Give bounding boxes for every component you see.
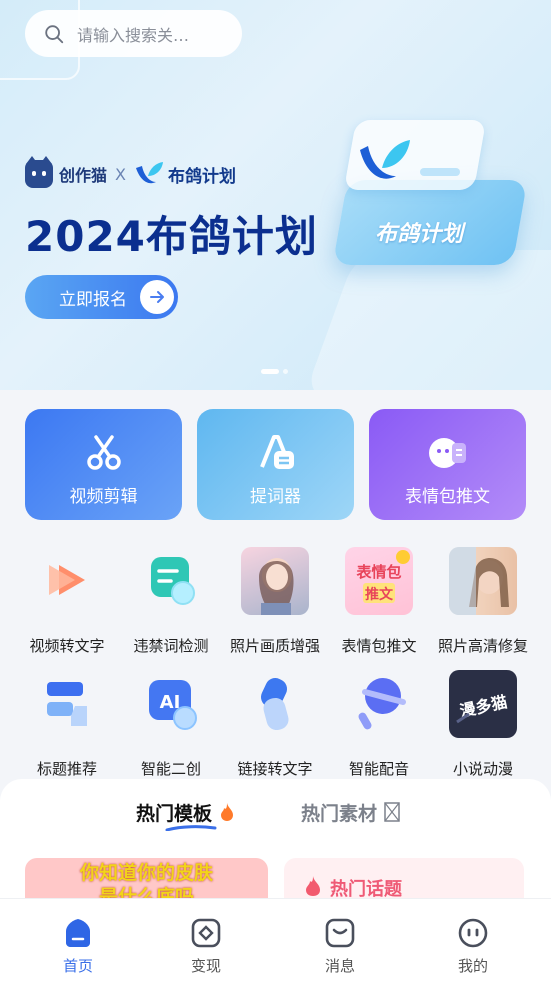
cat-logo-icon (25, 156, 53, 188)
link-to-text-icon (260, 678, 289, 731)
video-to-text-icon (49, 565, 85, 595)
nav-messages[interactable]: 消息 (300, 917, 380, 977)
bird-logo-icon (135, 162, 163, 184)
nav-label: 变现 (190, 957, 221, 975)
tool-photo-enhance[interactable]: 照片画质增强 (223, 547, 327, 657)
monetize-icon (191, 918, 221, 948)
nav-label: 首页 (62, 957, 93, 975)
bottom-navbar: 首页 变现 消息 我的 (0, 898, 551, 981)
tool-label: 表情包推文 (405, 487, 490, 507)
fire-icon (220, 803, 233, 821)
tool-label: 视频剪辑 (69, 487, 138, 507)
nav-label: 我的 (457, 957, 488, 975)
banner-decoration (302, 250, 551, 390)
photo-restore-thumbnail (449, 547, 517, 615)
tool-meme-post[interactable]: 表情包 推文 表情包推文 (327, 547, 431, 657)
placeholder-glyph-icon (383, 802, 400, 822)
tool-label: 智能二创 (140, 760, 201, 778)
banner-card-label: 布鸽计划 (375, 222, 464, 247)
nav-profile[interactable]: 我的 (433, 917, 513, 977)
tool-label: 照片高清修复 (437, 637, 528, 655)
signup-button[interactable]: 立即报名 (25, 275, 178, 319)
teleprompter-icon (259, 435, 294, 469)
tool-label: 智能配音 (348, 760, 409, 778)
svg-text:表情包: 表情包 (356, 563, 401, 581)
tool-ai-dubbing[interactable]: 智能配音 (327, 670, 431, 780)
tool-word-check[interactable]: 违禁词检测 (119, 547, 223, 657)
bird-illustration-icon (360, 140, 410, 179)
tool-label: 提词器 (250, 487, 301, 507)
svg-text:推文: 推文 (365, 586, 394, 603)
photo-enhance-thumbnail (241, 547, 309, 615)
nav-home[interactable]: 首页 (38, 917, 118, 977)
arrow-right-icon (140, 280, 174, 314)
brand-left: 创作猫 (59, 166, 108, 185)
meme-post-thumbnail: 表情包 推文 (345, 547, 413, 615)
carousel-dot-active (261, 369, 279, 374)
tool-label: 链接转文字 (237, 760, 313, 778)
tool-label: 表情包推文 (341, 637, 417, 655)
signup-label: 立即报名 (59, 289, 127, 310)
tool-photo-restore[interactable]: 照片高清修复 (431, 547, 535, 657)
tool-video-edit[interactable]: 视频剪辑 (25, 409, 182, 520)
tool-title-recommend[interactable]: 标题推荐 (15, 670, 119, 780)
brand-separator: X (115, 164, 126, 184)
tab-label: 热门素材 (301, 803, 378, 825)
tab-hot-materials[interactable]: 热门素材 (301, 799, 400, 826)
title-recommend-icon (47, 682, 87, 726)
home-icon (66, 919, 90, 947)
tool-link-to-text[interactable]: 链接转文字 (223, 670, 327, 780)
carousel-indicator (261, 369, 288, 374)
nav-monetize[interactable]: 变现 (166, 917, 246, 977)
brand-row: 创作猫 X 布鸽计划 (25, 156, 236, 188)
tool-label: 照片画质增强 (229, 637, 320, 655)
emoji-post-icon (428, 438, 466, 468)
ai-dubbing-icon (358, 678, 406, 730)
tool-label: 标题推荐 (36, 760, 97, 778)
message-icon (325, 918, 355, 948)
tab-hot-templates[interactable]: 热门模板 (136, 799, 235, 826)
tool-novel-anime[interactable]: 漫多猫 小说动漫 (431, 670, 535, 780)
search-input[interactable]: 请输入搜索关… (77, 22, 189, 46)
nav-label: 消息 (324, 957, 355, 975)
tab-active-indicator (165, 825, 217, 831)
tab-label: 热门模板 (136, 803, 213, 825)
fire-icon (306, 876, 320, 896)
novel-anime-icon: 漫多猫 (449, 670, 517, 738)
banner-illustration: 布鸽计划 (330, 120, 528, 265)
profile-icon (458, 918, 488, 948)
ai-create-icon: AI (149, 680, 197, 730)
tool-label: 视频转文字 (29, 637, 105, 655)
tool-label: 违禁词检测 (133, 637, 209, 655)
template-card-line: 你知道你的皮肤 (79, 862, 213, 884)
search-bar[interactable]: 请输入搜索关… (25, 10, 242, 57)
banner-title: 2024布鸽计划 (25, 212, 318, 261)
search-icon (45, 24, 64, 43)
word-check-icon (151, 557, 195, 605)
scissors-icon (86, 435, 121, 470)
tool-emoji-post[interactable]: 表情包推文 (369, 409, 526, 520)
tool-ai-create[interactable]: AI 智能二创 (119, 670, 223, 780)
brand-right: 布鸽计划 (167, 166, 236, 187)
carousel-dot (283, 369, 288, 374)
tool-video-to-text[interactable]: 视频转文字 (15, 547, 119, 657)
tool-teleprompter[interactable]: 提词器 (197, 409, 354, 520)
tool-label: 小说动漫 (452, 760, 513, 778)
banner[interactable]: 请输入搜索关… 创作猫 X 布鸽计划 2024布鸽计划 立即报名 布鸽计划 (0, 0, 551, 390)
content-section: 热门模板 热门素材 你知道你的皮肤 是什么底吗 热门话题 (0, 779, 551, 918)
